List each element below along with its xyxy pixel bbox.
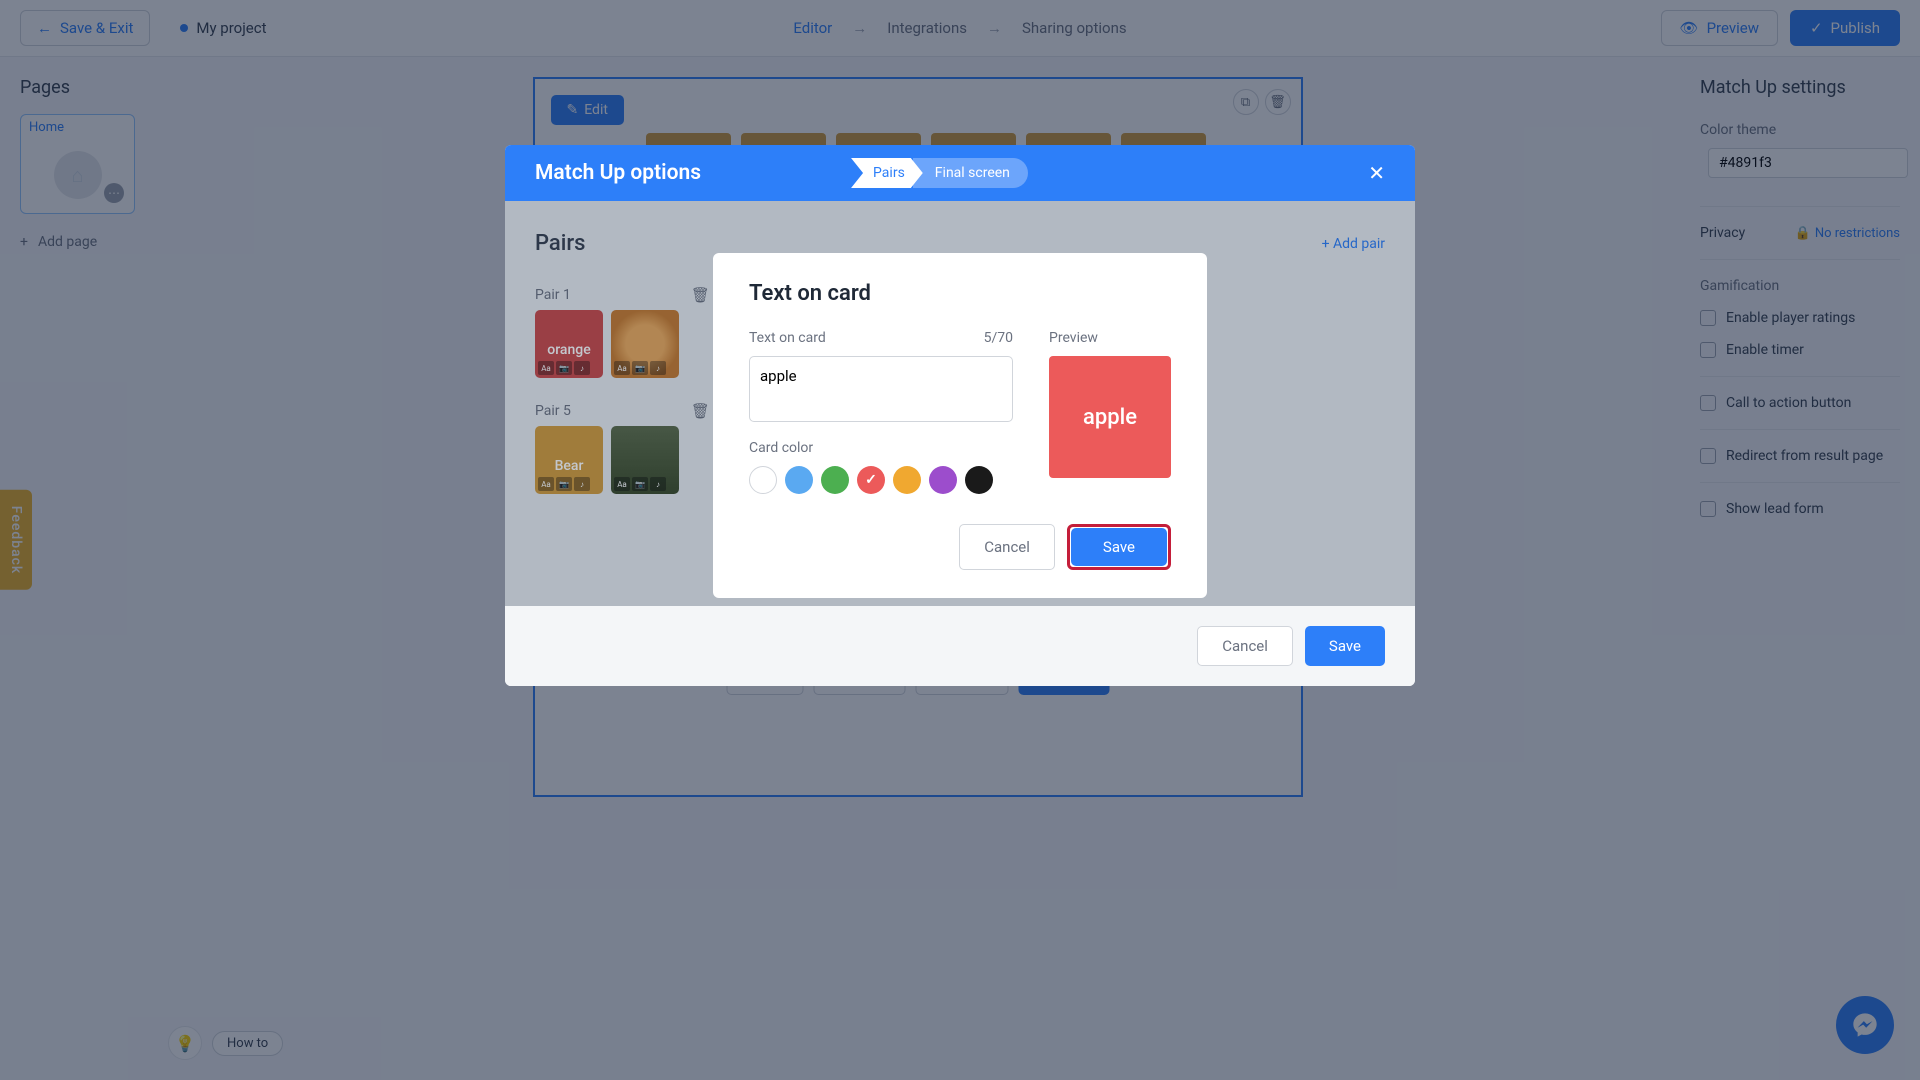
modal-title: Match Up options — [535, 161, 701, 185]
text-on-card-modal: Text on card Text on card 5/70 Card colo… — [713, 253, 1207, 598]
char-count: 5/70 — [984, 330, 1013, 346]
card-preview: apple — [1049, 356, 1171, 478]
color-option-green[interactable] — [821, 466, 849, 494]
text-on-card-title: Text on card — [749, 281, 1171, 306]
close-icon[interactable]: ✕ — [1368, 161, 1385, 185]
text-cancel-button[interactable]: Cancel — [959, 524, 1055, 570]
color-option-black[interactable] — [965, 466, 993, 494]
color-option-blue[interactable] — [785, 466, 813, 494]
text-save-button[interactable]: Save — [1071, 528, 1167, 566]
color-option-red[interactable] — [857, 466, 885, 494]
field-label: Text on card — [749, 330, 826, 346]
options-cancel-button[interactable]: Cancel — [1197, 626, 1293, 666]
color-option-orange[interactable] — [893, 466, 921, 494]
color-option-purple[interactable] — [929, 466, 957, 494]
card-text-input[interactable] — [749, 356, 1013, 422]
options-save-button[interactable]: Save — [1305, 626, 1385, 666]
tab-final-screen[interactable]: Final screen — [913, 158, 1028, 188]
color-option-white[interactable] — [749, 466, 777, 494]
preview-label: Preview — [1049, 330, 1171, 346]
card-color-label: Card color — [749, 440, 1013, 456]
save-button-highlight: Save — [1067, 524, 1171, 570]
